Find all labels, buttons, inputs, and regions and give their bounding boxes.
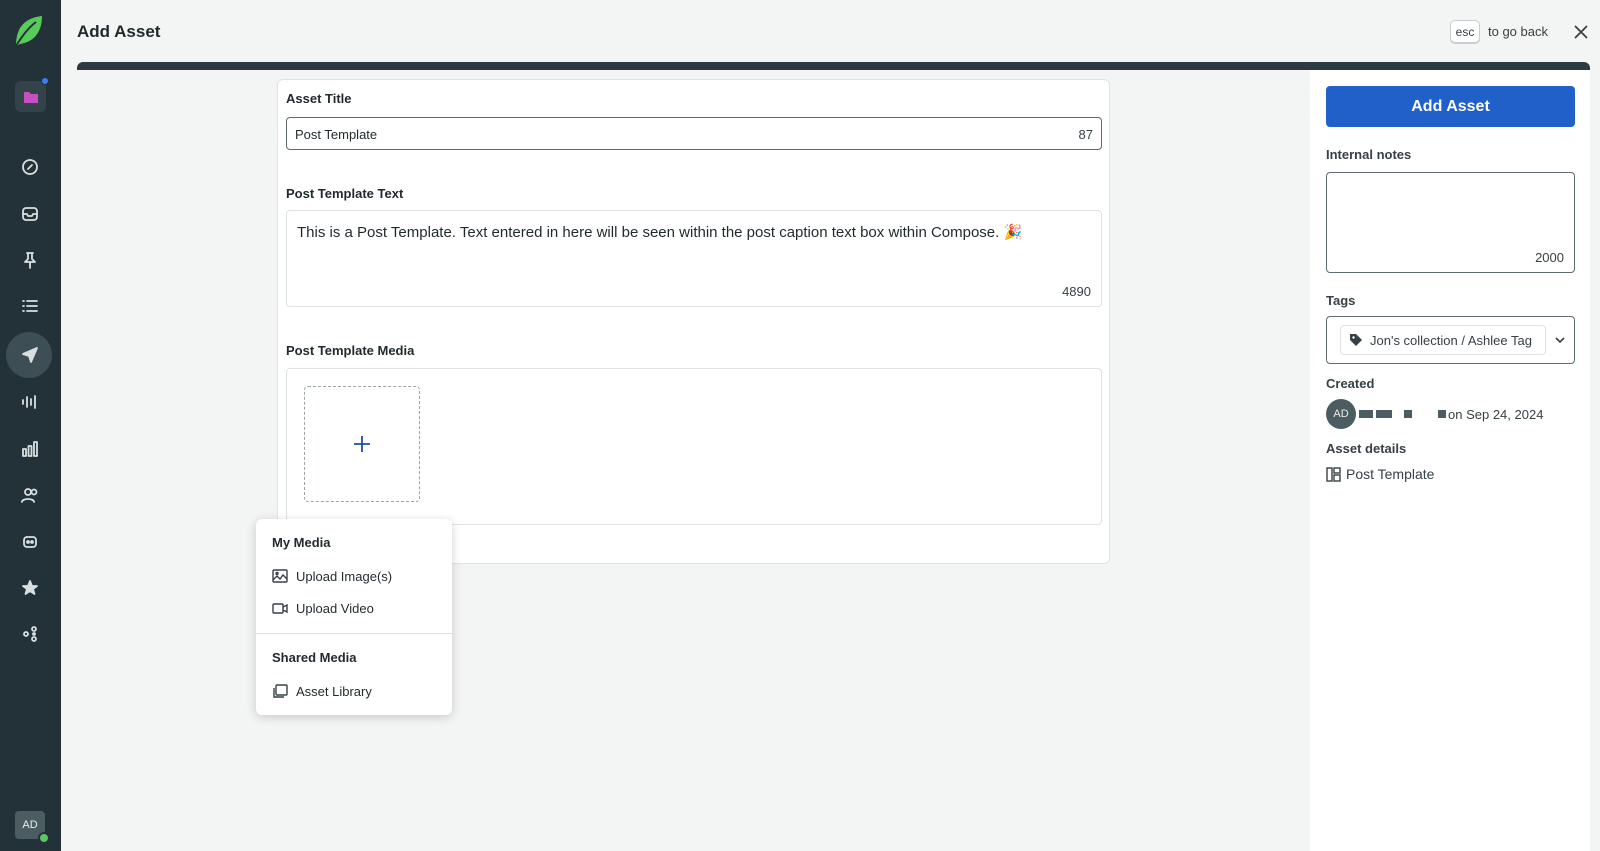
post-template-media-label: Post Template Media	[286, 343, 415, 358]
menu-divider	[256, 633, 452, 634]
notification-dot	[41, 77, 49, 85]
sprout-logo-icon[interactable]	[14, 14, 44, 48]
redacted-name	[1404, 410, 1412, 418]
post-template-text-label: Post Template Text	[286, 186, 404, 201]
asset-library-label: Asset Library	[296, 683, 372, 699]
add-media-button[interactable]	[304, 386, 420, 502]
post-template-text-char-count: 4890	[1062, 284, 1091, 299]
sidebar-item-publishing[interactable]	[16, 341, 44, 369]
user-avatar-initials: AD	[22, 819, 38, 831]
asset-details-value: Post Template	[1346, 466, 1435, 482]
close-icon[interactable]	[1571, 22, 1591, 42]
sidebar-item-pinned[interactable]	[16, 246, 44, 274]
pin-icon	[24, 252, 36, 269]
inbox-icon	[22, 207, 38, 221]
online-status-dot	[38, 832, 50, 844]
redacted-name	[1438, 410, 1446, 418]
apps-icon	[23, 626, 37, 642]
sidebar-item-listening[interactable]	[16, 388, 44, 416]
sidebar-item-people[interactable]	[16, 481, 44, 509]
internal-notes-input[interactable]: 2000	[1326, 172, 1575, 273]
redacted-name	[1376, 410, 1392, 418]
internal-notes-char-count: 2000	[1535, 250, 1564, 265]
my-media-heading: My Media	[272, 535, 331, 550]
bar-chart-icon	[22, 441, 38, 457]
library-icon	[273, 684, 288, 698]
post-template-text-input[interactable]: This is a Post Template. Text entered in…	[286, 210, 1102, 307]
created-date: on Sep 24, 2024	[1448, 406, 1544, 422]
tag-chip-label: Jon's collection / Ashlee Tag	[1370, 332, 1532, 348]
creator-avatar: AD	[1326, 399, 1356, 429]
add-asset-button[interactable]: Add Asset	[1326, 86, 1575, 127]
redacted-name	[1359, 410, 1373, 418]
asset-title-char-count: 87	[1078, 127, 1093, 142]
add-media-menu: My Media Upload Image(s) Upload Video Sh…	[256, 519, 452, 715]
page-title: Add Asset	[77, 22, 161, 41]
asset-title-input[interactable]: Post Template 87	[286, 117, 1102, 150]
sidebar-item-apps[interactable]	[16, 620, 44, 648]
asset-title-label: Asset Title	[286, 91, 352, 106]
chevron-down-icon[interactable]	[1553, 333, 1567, 347]
shared-media-heading: Shared Media	[272, 650, 357, 665]
upload-images-label: Upload Image(s)	[296, 568, 393, 584]
asset-title-value: Post Template	[295, 127, 378, 142]
sidebar-item-dashboard[interactable]	[16, 153, 44, 181]
bot-icon	[23, 536, 37, 548]
esc-key-hint: esc	[1450, 20, 1480, 43]
tags-select[interactable]: Jon's collection / Ashlee Tag	[1326, 316, 1575, 364]
created-info: AD on Sep 24, 2024	[1326, 399, 1543, 429]
send-icon	[22, 347, 38, 363]
image-icon	[272, 569, 288, 583]
sidebar: AD	[0, 0, 61, 851]
user-avatar[interactable]: AD	[15, 811, 50, 844]
template-icon	[1326, 466, 1341, 482]
sidebar-item-reports[interactable]	[16, 435, 44, 463]
plus-icon	[354, 436, 370, 452]
sidebar-item-inbox[interactable]	[16, 200, 44, 228]
sidebar-item-bots[interactable]	[16, 528, 44, 556]
sidebar-item-tasks[interactable]	[16, 292, 44, 320]
internal-notes-label: Internal notes	[1326, 147, 1412, 162]
list-icon	[22, 300, 38, 312]
asset-details-label: Asset details	[1326, 441, 1407, 456]
folder-icon	[23, 91, 38, 103]
created-label: Created	[1326, 376, 1375, 391]
soundwave-icon	[22, 395, 36, 409]
compass-icon	[22, 159, 38, 175]
post-template-text-value: This is a Post Template. Text entered in…	[297, 224, 1023, 241]
star-icon	[22, 580, 38, 595]
asset-library-option[interactable]: Asset Library	[272, 680, 372, 702]
tags-label: Tags	[1326, 293, 1356, 308]
asset-details-type: Post Template	[1326, 466, 1434, 482]
upload-video-label: Upload Video	[296, 600, 374, 616]
video-icon	[272, 603, 288, 614]
sidebar-item-assets[interactable]	[15, 77, 49, 112]
upload-video-option[interactable]: Upload Video	[272, 597, 374, 619]
tag-icon	[1350, 334, 1362, 346]
tag-chip[interactable]: Jon's collection / Ashlee Tag	[1340, 325, 1546, 355]
people-icon	[21, 488, 38, 503]
sidebar-item-reviews[interactable]	[16, 574, 44, 602]
upload-images-option[interactable]: Upload Image(s)	[272, 565, 392, 587]
esc-hint-text: to go back	[1488, 24, 1548, 39]
